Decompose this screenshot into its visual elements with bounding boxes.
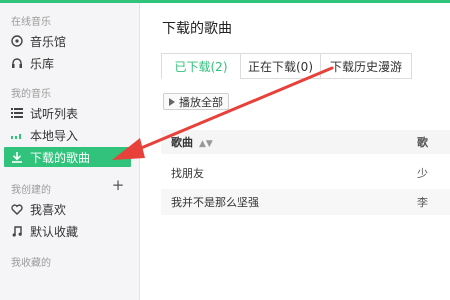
equalizer-icon [9,130,25,140]
sidebar-item-local-import[interactable]: 本地导入 [0,125,139,145]
download-icon [9,151,25,163]
sidebar: 在线音乐 音乐馆 乐库 我的音乐 试听列表 本地导入 下载的歌曲 我创建的 + [0,3,140,300]
tab-downloaded[interactable]: 已下载(2) [161,53,241,79]
play-icon [169,97,175,106]
tab-download-history[interactable]: 下载历史漫游 [320,53,412,79]
song-artist: 李 [417,196,428,209]
tab-downloading[interactable]: 正在下载(0) [240,53,321,79]
table-row[interactable]: 找朋友 少 [161,160,450,186]
sidebar-item-label: 音乐馆 [30,34,67,49]
column-header-artist[interactable]: 歌 [417,134,428,150]
sidebar-item-trial-list[interactable]: 试听列表 [0,103,139,123]
column-header-song[interactable]: 歌曲 ▲▼ [171,134,213,150]
song-table: 歌曲 ▲▼ 歌 找朋友 少 我并不是那么坚强 李 [161,130,450,215]
song-title: 我并不是那么坚强 [171,196,259,209]
sidebar-item-music-hall[interactable]: 音乐馆 [0,31,139,51]
heart-icon [9,203,25,215]
sidebar-item-downloaded-songs[interactable]: 下载的歌曲 [4,147,131,167]
play-all-label: 播放全部 [179,95,223,109]
song-artist: 少 [417,167,428,180]
add-playlist-icon[interactable]: + [112,176,125,194]
song-title: 找朋友 [171,167,204,180]
sidebar-item-library[interactable]: 乐库 [0,53,139,73]
sidebar-item-label: 默认收藏 [30,224,79,239]
section-title-online-music: 在线音乐 [11,17,51,28]
tab-bar: 已下载(2) 正在下载(0) 下载历史漫游 [161,53,412,79]
section-title-created: 我创建的 [11,185,51,196]
sidebar-item-label: 乐库 [30,56,55,71]
section-title-my-music: 我的音乐 [11,89,51,100]
list-icon [9,108,25,118]
sidebar-item-my-favorites[interactable]: 我喜欢 [0,199,139,219]
section-title-collected: 我收藏的 [11,258,51,269]
table-row[interactable]: 我并不是那么坚强 李 [161,189,450,215]
sidebar-item-label: 本地导入 [30,128,79,143]
sidebar-item-label: 试听列表 [30,106,79,121]
page-title: 下载的歌曲 [162,21,232,37]
table-header: 歌曲 ▲▼ 歌 [161,130,450,154]
disc-icon [9,35,25,47]
music-note-icon [9,225,25,237]
sort-icon: ▲▼ [199,139,213,149]
sidebar-item-default-collection[interactable]: 默认收藏 [0,221,139,241]
sidebar-item-label: 我喜欢 [30,202,67,217]
sidebar-item-label: 下载的歌曲 [30,150,91,165]
play-all-button[interactable]: 播放全部 [163,93,229,110]
headphones-icon [9,57,25,69]
